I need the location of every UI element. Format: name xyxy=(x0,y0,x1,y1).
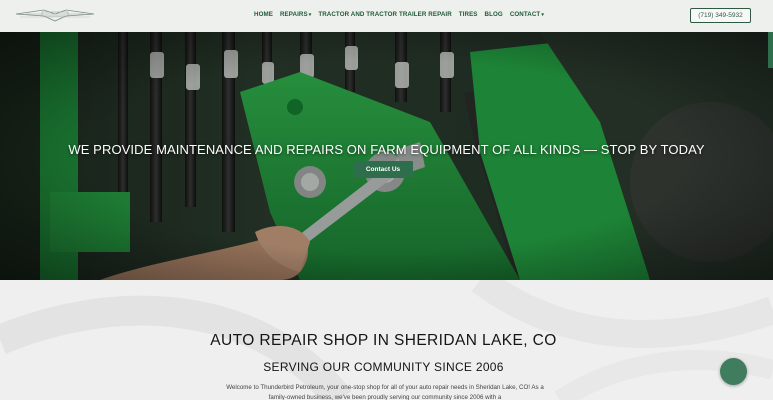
chevron-down-icon: ▾ xyxy=(308,11,312,18)
site-header: HOME REPAIRS ▾ TRACTOR AND TRACTOR TRAILE… xyxy=(0,0,773,32)
nav-tractor-repair-label: TRACTOR AND TRACTOR TRAILER REPAIR xyxy=(318,11,452,18)
nav-tractor-repair[interactable]: TRACTOR AND TRACTOR TRAILER REPAIR xyxy=(318,11,451,18)
nav-contact[interactable]: CONTACT ▾ xyxy=(510,11,544,18)
nav-blog[interactable]: BLOG xyxy=(485,11,503,18)
nav-home[interactable]: HOME xyxy=(254,11,273,18)
nav-home-label: HOME xyxy=(254,11,273,18)
phone-number: (719) 349-5932 xyxy=(698,12,743,19)
side-tab[interactable] xyxy=(768,32,773,68)
nav-repairs[interactable]: REPAIRS ▾ xyxy=(280,11,311,18)
section-heading: AUTO REPAIR SHOP IN SHERIDAN LAKE, CO xyxy=(210,332,557,349)
chat-button[interactable] xyxy=(720,358,747,385)
nav-blog-label: BLOG xyxy=(484,11,503,18)
site-logo[interactable] xyxy=(14,6,96,24)
intro-section: AUTO REPAIR SHOP IN SHERIDAN LAKE, CO SE… xyxy=(0,280,773,400)
main-nav: HOME REPAIRS ▾ TRACTOR AND TRACTOR TRAILE… xyxy=(254,11,544,18)
intro-paragraph: Welcome to Thunderbird Petroleum, your o… xyxy=(226,384,544,400)
nav-repairs-label: REPAIRS xyxy=(279,11,308,18)
contact-us-button[interactable]: Contact Us xyxy=(353,161,413,178)
hero-headline: WE PROVIDE MAINTENANCE AND REPAIRS ON FA… xyxy=(68,142,705,157)
phone-button[interactable]: (719) 349-5932 xyxy=(690,8,751,23)
section-subheading: SERVING OUR COMMUNITY SINCE 2006 xyxy=(263,360,504,374)
page: HOME REPAIRS ▾ TRACTOR AND TRACTOR TRAILE… xyxy=(0,0,773,400)
nav-tires-label: TIRES xyxy=(458,11,478,18)
nav-tires[interactable]: TIRES xyxy=(459,11,478,18)
chevron-down-icon: ▾ xyxy=(541,11,544,18)
hero-section: WE PROVIDE MAINTENANCE AND REPAIRS ON FA… xyxy=(0,32,773,280)
contact-us-label: Contact Us xyxy=(365,166,401,173)
nav-contact-label: CONTACT xyxy=(509,11,541,18)
